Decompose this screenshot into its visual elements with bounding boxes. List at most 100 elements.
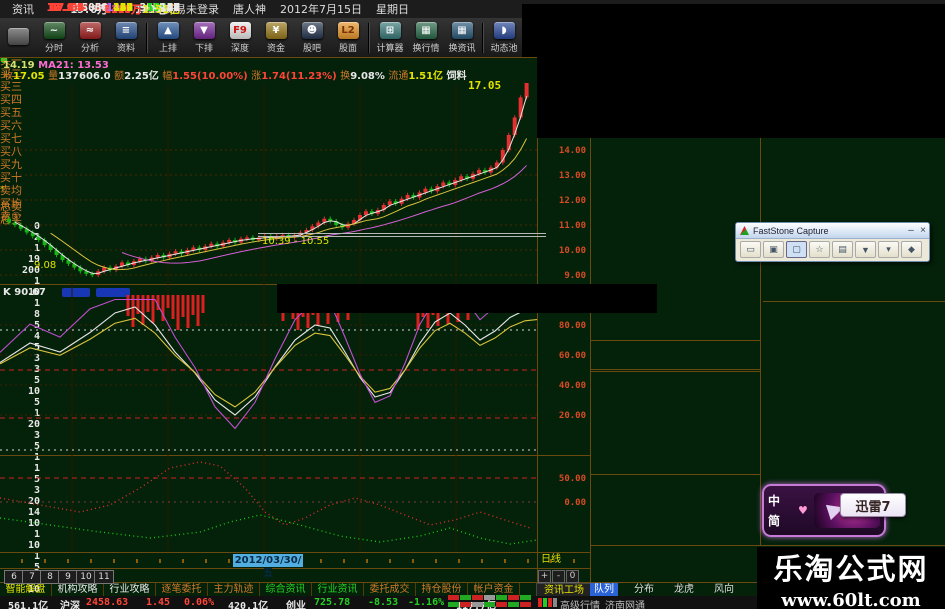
tab-龙虎[interactable]: 龙虎 <box>670 583 698 596</box>
index-status-value: 沪深 <box>60 601 80 609</box>
tab-分布[interactable]: 分布 <box>630 583 658 596</box>
index-status-value: 561.1亿 <box>8 601 49 609</box>
market-heat-cell <box>472 595 483 600</box>
market-heat-cell <box>496 602 507 607</box>
tab-队列[interactable]: 队列 <box>590 583 618 596</box>
minimize-button[interactable]: – <box>905 225 917 236</box>
toolbar-separator <box>482 22 484 53</box>
toolbar-button-label: 换资讯 <box>448 43 476 54</box>
toolbar-button[interactable]: F9 深度 <box>222 19 258 56</box>
close-button[interactable]: × <box>917 225 929 236</box>
capture-scrolling-window-button[interactable]: ▤ <box>832 241 853 258</box>
market-heat-cell <box>520 595 531 600</box>
faststone-toolbar: ▭ ▣ ▢ ☆ ▤ ▼ ▾ ◆ <box>736 239 929 260</box>
connection-signal-icon <box>538 598 557 607</box>
watermark-title: 乐淘公式网 <box>773 551 929 586</box>
ime-simplified-indicator[interactable]: 简 <box>768 512 798 529</box>
toolbar-button-label: 股吧 <box>302 43 321 54</box>
market-heat-cell <box>448 602 459 607</box>
index-status-value: 1.45 <box>146 597 171 608</box>
toolbar-button-label: 分析 <box>80 43 99 54</box>
candlestick-chart[interactable] <box>0 58 590 583</box>
divider <box>763 301 945 302</box>
capture-freehand-button[interactable]: ☆ <box>809 241 830 258</box>
market-heat-cell <box>508 595 519 600</box>
capture-active-window-button[interactable]: ▭ <box>740 241 761 258</box>
market-heat-cell <box>448 595 459 600</box>
toolbar-button-label: 深度 <box>230 43 249 54</box>
session-field: 2012年7月15日 <box>280 3 362 16</box>
资料-icon: ≡ <box>115 21 137 39</box>
toolbar-button-label: 下排 <box>194 43 213 54</box>
market-heat-cell <box>508 602 519 607</box>
index-status-value[interactable]: 创业 <box>286 597 306 609</box>
toolbar-button[interactable]: ▦ 换行情 <box>408 19 444 56</box>
cut-icon[interactable] <box>0 19 36 56</box>
capture-fullscreen-button[interactable]: ▼ <box>855 241 876 258</box>
index-status-value: 420.1亿 <box>228 601 269 609</box>
toolbar-button[interactable]: ⊞ 计算器 <box>372 19 408 56</box>
toolbar-button[interactable]: ☻ 股吧 <box>294 19 330 56</box>
index-status-value: -8.53 <box>368 597 399 608</box>
toolbar-button[interactable]: ≡ 资料 <box>108 19 144 56</box>
bottom-tab-bar: 智能解盘 机构攻略 行业攻略 逐笔委托 主力轨迹 综合资讯 行业资讯 委托成交 持仓股份 帐户资金 <box>0 583 520 596</box>
divider <box>590 474 760 475</box>
index-status-value: 2458.63 <box>86 597 129 608</box>
faststone-capture-window[interactable]: FastStone Capture – × ▭ ▣ ▢ ☆ ▤ ▼ ▾ ◆ <box>735 222 930 262</box>
market-heat-cell <box>460 595 471 600</box>
divider <box>590 340 760 341</box>
redaction-block <box>522 4 945 57</box>
bottom-tab[interactable]: 委托成交 <box>364 583 416 596</box>
toolbar-button-label: 资金 <box>266 43 285 54</box>
toolbar-button-label: 计算器 <box>376 43 404 54</box>
bottom-tab[interactable]: 机构攻略 <box>52 583 104 596</box>
bottom-tab[interactable]: 行业资讯 <box>312 583 364 596</box>
toolbar-button[interactable]: ~ 分时 <box>36 19 72 56</box>
heart-icon[interactable]: ♥ <box>798 504 814 517</box>
bottom-tab[interactable]: 主力轨迹 <box>208 583 260 596</box>
计算器-icon: ⊞ <box>379 21 401 39</box>
toolbar-button[interactable]: L2 股面 <box>330 19 366 56</box>
toolbar-button[interactable]: ▲ 上排 <box>150 19 186 56</box>
toolbar-button[interactable]: ¥ 资金 <box>258 19 294 56</box>
stock-trading-terminal: 扩展行情切换资讯工具帮助 交易未登录唐人神2012年7月15日星期日 ~分时≈分… <box>0 0 945 609</box>
tab-风向[interactable]: 风向 <box>710 583 738 596</box>
bottom-tab[interactable]: 逐笔委托 <box>156 583 208 596</box>
bottom-tab[interactable]: 智能解盘 <box>0 583 52 596</box>
index-status-value: 0.06% <box>184 597 215 608</box>
save-output-button[interactable]: ▾ <box>878 241 899 258</box>
下排-icon: ▼ <box>193 21 215 39</box>
divider <box>590 369 760 370</box>
faststone-logo-icon <box>740 226 749 235</box>
market-heat-cell <box>484 595 495 600</box>
toolbar-button[interactable]: ▼ 下排 <box>186 19 222 56</box>
market-heat-cell <box>520 602 531 607</box>
divider <box>590 371 760 372</box>
动态池-icon: ◗ <box>493 21 515 39</box>
redaction-block <box>277 284 657 313</box>
bottom-tab[interactable]: 综合资讯 <box>260 583 312 596</box>
faststone-title-bar[interactable]: FastStone Capture – × <box>736 223 929 239</box>
toolbar-button-label: 上排 <box>158 43 177 54</box>
settings-button[interactable]: ◆ <box>901 241 922 258</box>
bottom-tab[interactable]: 行业攻略 <box>104 583 156 596</box>
capture-window-object-button[interactable]: ▣ <box>763 241 784 258</box>
换资讯-icon: ▦ <box>451 21 473 39</box>
watermark-url: www.60lt.com <box>781 589 921 609</box>
capture-rectangle-button[interactable]: ▢ <box>786 241 807 258</box>
toolbar-separator <box>146 22 148 53</box>
分析-icon: ≈ <box>79 21 101 39</box>
toolbar-button[interactable]: ≈ 分析 <box>72 19 108 56</box>
toolbar-button-label: 换行情 <box>412 43 440 54</box>
toolbar-button[interactable]: ▦ 换资讯 <box>444 19 480 56</box>
cut-icon <box>7 28 29 45</box>
ime-language-indicator[interactable]: 中 <box>768 492 798 509</box>
session-field: 唐人神 <box>233 3 266 16</box>
thunder-tooltip[interactable]: 迅雷7 <box>840 493 906 517</box>
股面-icon: L2 <box>337 21 359 39</box>
深度-icon: F9 <box>229 21 251 39</box>
divider <box>760 137 761 545</box>
toolbar-button[interactable]: ◗ 动态池 <box>486 19 522 56</box>
资金-icon: ¥ <box>265 21 287 39</box>
分时-icon: ~ <box>43 21 65 39</box>
